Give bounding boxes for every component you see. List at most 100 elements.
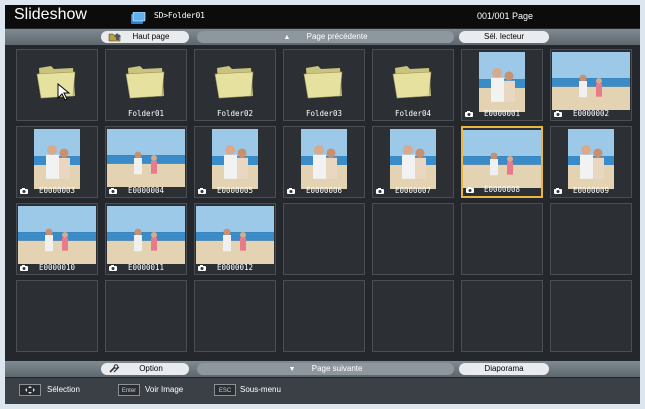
image-label: E0000002 — [551, 109, 631, 119]
empty-thumbnail-slot — [16, 280, 98, 352]
submenu-hint: Sous-menu — [240, 385, 281, 394]
option-label: Option — [139, 364, 163, 373]
photo-thumbnail — [196, 206, 274, 264]
empty-thumbnail-slot — [550, 280, 632, 352]
image-label: E0000010 — [17, 263, 97, 273]
option-button[interactable]: Option — [101, 363, 189, 375]
current-path: SD>Folder01 — [154, 11, 205, 20]
folder-label: Folder01 — [127, 109, 165, 118]
slideshow-screen: Slideshow SD>Folder01 001/001 Page Haut … — [5, 5, 640, 404]
folder-icon — [124, 60, 168, 100]
empty-thumbnail-slot — [461, 280, 543, 352]
image-filename: E0000008 — [483, 185, 521, 194]
photo-thumbnail — [18, 206, 96, 264]
title-bar: Slideshow SD>Folder01 001/001 Page — [5, 5, 640, 28]
image-thumbnail-item[interactable]: E0000010 — [16, 203, 98, 275]
esc-key-icon: ESC — [214, 384, 236, 396]
image-label: E0000005 — [195, 186, 275, 196]
photo-thumbnail — [479, 52, 525, 112]
folder-item[interactable]: Folder04 — [372, 49, 454, 121]
view-image-hint: Voir Image — [145, 385, 184, 394]
enter-key-icon: Enter — [118, 384, 140, 396]
empty-thumbnail-slot — [372, 280, 454, 352]
help-footer: Sélection Enter Voir Image ESC Sous-menu — [5, 378, 640, 404]
triangle-down-icon: ▼ — [288, 366, 296, 373]
image-thumbnail-item[interactable]: E0000007 — [372, 126, 454, 198]
next-page-button[interactable]: ▼ Page suivante — [197, 363, 454, 375]
image-filename: E0000006 — [305, 186, 343, 195]
image-thumbnail-item[interactable]: E0000004 — [105, 126, 187, 198]
image-filename: E0000005 — [216, 186, 254, 195]
image-thumbnail-item[interactable]: E0000001 — [461, 49, 543, 121]
image-thumbnail-item[interactable]: E0000002 — [550, 49, 632, 121]
image-label: E0000008 — [463, 185, 541, 195]
photo-thumbnail — [390, 129, 436, 189]
image-filename: E0000009 — [572, 186, 610, 195]
image-thumbnail-item[interactable]: E0000006 — [283, 126, 365, 198]
home-page-button[interactable]: Haut page — [101, 31, 189, 43]
photo-thumbnail — [34, 129, 80, 189]
image-filename: E0000002 — [572, 109, 610, 118]
wrench-icon — [108, 364, 122, 374]
image-thumbnail-item[interactable]: E0000003 — [16, 126, 98, 198]
home-page-label: Haut page — [132, 32, 170, 41]
parent-folder-item[interactable] — [16, 49, 98, 121]
folder-item[interactable]: Folder03 — [283, 49, 365, 121]
selection-hint: Sélection — [47, 385, 80, 394]
photo-thumbnail — [301, 129, 347, 189]
image-label: E0000009 — [551, 186, 631, 196]
photo-thumbnail — [212, 129, 258, 189]
image-thumbnail-item[interactable]: E0000011 — [105, 203, 187, 275]
app-title: Slideshow — [14, 6, 87, 23]
folder-label: Folder04 — [394, 109, 432, 118]
image-filename: E0000003 — [38, 186, 76, 195]
empty-thumbnail-slot — [105, 280, 187, 352]
image-filename: E0000004 — [127, 186, 165, 195]
folder-label — [17, 109, 97, 119]
image-label: E0000003 — [17, 186, 97, 196]
image-thumbnail-item[interactable]: E0000009 — [550, 126, 632, 198]
image-filename: E0000012 — [216, 263, 254, 272]
image-thumbnail-item[interactable]: E0000005 — [194, 126, 276, 198]
folder-icon — [391, 60, 435, 100]
image-label: E0000012 — [195, 263, 275, 273]
folder-home-icon — [108, 32, 122, 42]
image-filename: E0000011 — [127, 263, 165, 272]
photo-thumbnail — [107, 206, 185, 264]
photo-thumbnail — [107, 129, 185, 187]
folder-icon — [213, 60, 257, 100]
image-label: E0000007 — [373, 186, 453, 196]
thumbnail-grid: Folder01 Folder02 Folder03 Folder04 E0000001… — [16, 49, 632, 357]
select-reader-label: Sél. lecteur — [483, 32, 525, 41]
next-page-label: Page suivante — [311, 364, 363, 373]
slideshow-label: Diaporama — [484, 364, 524, 373]
top-nav-bar: Haut page ▲ Page précédente Sél. lecteur — [5, 29, 640, 45]
slideshow-button[interactable]: Diaporama — [459, 363, 549, 375]
image-thumbnail-item[interactable]: E0000008 — [461, 126, 543, 198]
image-thumbnail-item[interactable]: E0000012 — [194, 203, 276, 275]
image-label: E0000004 — [106, 186, 186, 196]
folder-item[interactable]: Folder02 — [194, 49, 276, 121]
folder-label: Folder02 — [216, 109, 254, 118]
folder-label: Folder03 — [305, 109, 343, 118]
photo-thumbnail — [552, 52, 630, 110]
empty-thumbnail-slot — [461, 203, 543, 275]
page-count: 001/001 Page — [477, 11, 534, 21]
prev-page-button[interactable]: ▲ Page précédente — [197, 31, 454, 43]
folder-icon — [302, 60, 346, 100]
empty-thumbnail-slot — [283, 203, 365, 275]
image-filename: E0000007 — [394, 186, 432, 195]
image-filename: E0000001 — [483, 109, 521, 118]
photo-thumbnail — [568, 129, 614, 189]
image-label: E0000006 — [284, 186, 364, 196]
image-label: E0000001 — [462, 109, 542, 119]
photo-thumbnail — [463, 130, 541, 188]
select-reader-button[interactable]: Sél. lecteur — [459, 31, 549, 43]
empty-thumbnail-slot — [283, 280, 365, 352]
folder-item[interactable]: Folder01 — [105, 49, 187, 121]
prev-page-label: Page précédente — [306, 32, 368, 41]
empty-thumbnail-slot — [550, 203, 632, 275]
triangle-up-icon: ▲ — [283, 34, 291, 41]
image-filename: E0000010 — [38, 263, 76, 272]
empty-thumbnail-slot — [372, 203, 454, 275]
